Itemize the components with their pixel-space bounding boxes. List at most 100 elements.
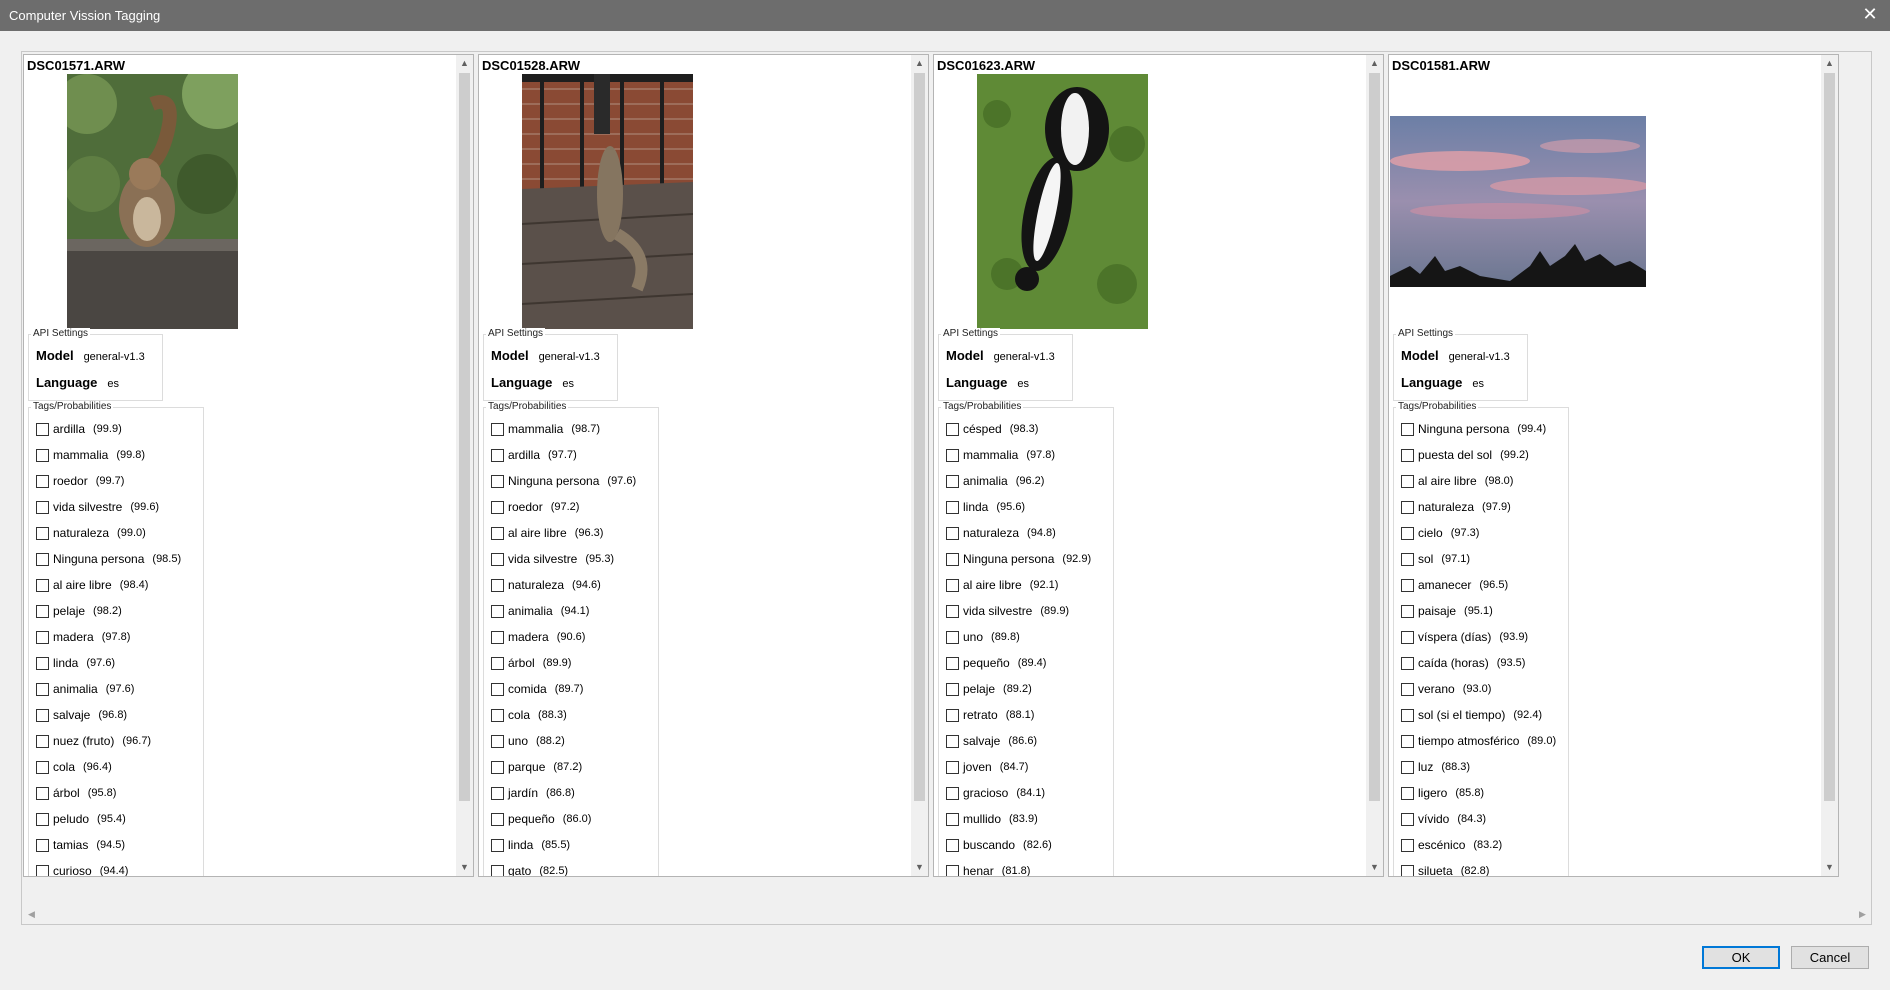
tag-item[interactable]: al aire libre (98.4) bbox=[36, 576, 148, 594]
vertical-scrollbar[interactable]: ▲ ▼ bbox=[456, 55, 473, 876]
tag-checkbox[interactable] bbox=[946, 448, 959, 462]
tag-item[interactable]: verano (93.0) bbox=[1401, 680, 1491, 698]
tag-checkbox[interactable] bbox=[491, 422, 504, 436]
tag-checkbox[interactable] bbox=[946, 838, 959, 852]
tag-checkbox[interactable] bbox=[36, 422, 49, 436]
tag-checkbox[interactable] bbox=[1401, 760, 1414, 774]
tag-checkbox[interactable] bbox=[1401, 604, 1414, 618]
tag-item[interactable]: gato (82.5) bbox=[491, 862, 568, 876]
scroll-thumb[interactable] bbox=[1824, 73, 1835, 801]
tag-checkbox[interactable] bbox=[1401, 786, 1414, 800]
tag-checkbox[interactable] bbox=[36, 474, 49, 488]
tag-item[interactable]: vida silvestre (99.6) bbox=[36, 498, 159, 516]
tag-checkbox[interactable] bbox=[946, 630, 959, 644]
tag-checkbox[interactable] bbox=[1401, 448, 1414, 462]
horizontal-scrollbar[interactable]: ◀ ▶ bbox=[23, 906, 1871, 923]
tag-checkbox[interactable] bbox=[1401, 578, 1414, 592]
tag-item[interactable]: cielo (97.3) bbox=[1401, 524, 1479, 542]
tag-checkbox[interactable] bbox=[491, 786, 504, 800]
tag-item[interactable]: madera (90.6) bbox=[491, 628, 585, 646]
tag-checkbox[interactable] bbox=[946, 474, 959, 488]
tag-item[interactable]: henar (81.8) bbox=[946, 862, 1030, 876]
tag-item[interactable]: tamias (94.5) bbox=[36, 836, 125, 854]
tag-item[interactable]: mullido (83.9) bbox=[946, 810, 1038, 828]
tag-checkbox[interactable] bbox=[491, 526, 504, 540]
tag-checkbox[interactable] bbox=[36, 812, 49, 826]
tag-item[interactable]: Ninguna persona (97.6) bbox=[491, 472, 636, 490]
tag-checkbox[interactable] bbox=[36, 786, 49, 800]
tag-checkbox[interactable] bbox=[946, 708, 959, 722]
tag-item[interactable]: al aire libre (96.3) bbox=[491, 524, 603, 542]
tag-checkbox[interactable] bbox=[36, 552, 49, 566]
scroll-left-icon[interactable]: ◀ bbox=[23, 906, 40, 923]
tag-item[interactable]: roedor (99.7) bbox=[36, 472, 124, 490]
scroll-up-icon[interactable]: ▲ bbox=[456, 55, 473, 72]
scroll-thumb[interactable] bbox=[914, 73, 925, 801]
tag-item[interactable]: Ninguna persona (92.9) bbox=[946, 550, 1091, 568]
scroll-right-icon[interactable]: ▶ bbox=[1854, 906, 1871, 923]
tag-checkbox[interactable] bbox=[1401, 422, 1414, 436]
tag-item[interactable]: animalia (96.2) bbox=[946, 472, 1044, 490]
tag-item[interactable]: salvaje (96.8) bbox=[36, 706, 127, 724]
tag-checkbox[interactable] bbox=[491, 708, 504, 722]
image-panel[interactable]: DSC01571.ARW API Settings Model general-v… bbox=[23, 54, 474, 877]
tag-item[interactable]: gracioso (84.1) bbox=[946, 784, 1045, 802]
tag-checkbox[interactable] bbox=[491, 812, 504, 826]
tag-item[interactable]: pequeño (89.4) bbox=[946, 654, 1046, 672]
tag-checkbox[interactable] bbox=[36, 500, 49, 514]
tag-item[interactable]: uno (88.2) bbox=[491, 732, 565, 750]
tag-item[interactable]: vívido (84.3) bbox=[1401, 810, 1486, 828]
tag-checkbox[interactable] bbox=[946, 422, 959, 436]
tag-item[interactable]: salvaje (86.6) bbox=[946, 732, 1037, 750]
tag-checkbox[interactable] bbox=[491, 656, 504, 670]
tag-checkbox[interactable] bbox=[491, 734, 504, 748]
tag-checkbox[interactable] bbox=[36, 838, 49, 852]
tag-item[interactable]: jardín (86.8) bbox=[491, 784, 575, 802]
tag-checkbox[interactable] bbox=[946, 500, 959, 514]
tag-item[interactable]: amanecer (96.5) bbox=[1401, 576, 1508, 594]
scroll-down-icon[interactable]: ▼ bbox=[456, 859, 473, 876]
tag-checkbox[interactable] bbox=[36, 448, 49, 462]
scroll-up-icon[interactable]: ▲ bbox=[911, 55, 928, 72]
tag-checkbox[interactable] bbox=[946, 734, 959, 748]
tag-checkbox[interactable] bbox=[946, 656, 959, 670]
tag-checkbox[interactable] bbox=[946, 812, 959, 826]
tag-checkbox[interactable] bbox=[1401, 838, 1414, 852]
tag-checkbox[interactable] bbox=[1401, 552, 1414, 566]
tag-item[interactable]: sol (si el tiempo) (92.4) bbox=[1401, 706, 1542, 724]
panels-container[interactable]: DSC01571.ARW API Settings Model general-v… bbox=[21, 51, 1872, 925]
tag-checkbox[interactable] bbox=[1401, 474, 1414, 488]
tag-item[interactable]: nuez (fruto) (96.7) bbox=[36, 732, 151, 750]
ok-button[interactable]: OK bbox=[1702, 946, 1780, 969]
tag-item[interactable]: peludo (95.4) bbox=[36, 810, 126, 828]
tag-checkbox[interactable] bbox=[36, 604, 49, 618]
tag-item[interactable]: pequeño (86.0) bbox=[491, 810, 591, 828]
tag-checkbox[interactable] bbox=[491, 578, 504, 592]
tag-item[interactable]: retrato (88.1) bbox=[946, 706, 1034, 724]
tag-checkbox[interactable] bbox=[946, 682, 959, 696]
tag-checkbox[interactable] bbox=[491, 682, 504, 696]
scroll-thumb[interactable] bbox=[459, 73, 470, 801]
tag-item[interactable]: mammalia (99.8) bbox=[36, 446, 145, 464]
cancel-button[interactable]: Cancel bbox=[1791, 946, 1869, 969]
tag-item[interactable]: silueta (82.8) bbox=[1401, 862, 1489, 876]
tag-item[interactable]: parque (87.2) bbox=[491, 758, 582, 776]
tag-checkbox[interactable] bbox=[491, 448, 504, 462]
tag-item[interactable]: vida silvestre (89.9) bbox=[946, 602, 1069, 620]
tag-item[interactable]: animalia (97.6) bbox=[36, 680, 134, 698]
tag-checkbox[interactable] bbox=[1401, 682, 1414, 696]
tag-checkbox[interactable] bbox=[946, 552, 959, 566]
vertical-scrollbar[interactable]: ▲ ▼ bbox=[1366, 55, 1383, 876]
tag-item[interactable]: árbol (89.9) bbox=[491, 654, 571, 672]
tag-item[interactable]: linda (97.6) bbox=[36, 654, 115, 672]
image-panel[interactable]: DSC01581.ARW API Settings Model general-… bbox=[1388, 54, 1839, 877]
tag-checkbox[interactable] bbox=[491, 630, 504, 644]
image-panel[interactable]: DSC01528.ARW API Settings Model general-… bbox=[478, 54, 929, 877]
tag-item[interactable]: árbol (95.8) bbox=[36, 784, 116, 802]
tag-item[interactable]: cola (88.3) bbox=[491, 706, 567, 724]
tag-checkbox[interactable] bbox=[1401, 812, 1414, 826]
tag-item[interactable]: mammalia (98.7) bbox=[491, 420, 600, 438]
tag-checkbox[interactable] bbox=[1401, 734, 1414, 748]
tag-item[interactable]: césped (98.3) bbox=[946, 420, 1038, 438]
tag-item[interactable]: animalia (94.1) bbox=[491, 602, 589, 620]
